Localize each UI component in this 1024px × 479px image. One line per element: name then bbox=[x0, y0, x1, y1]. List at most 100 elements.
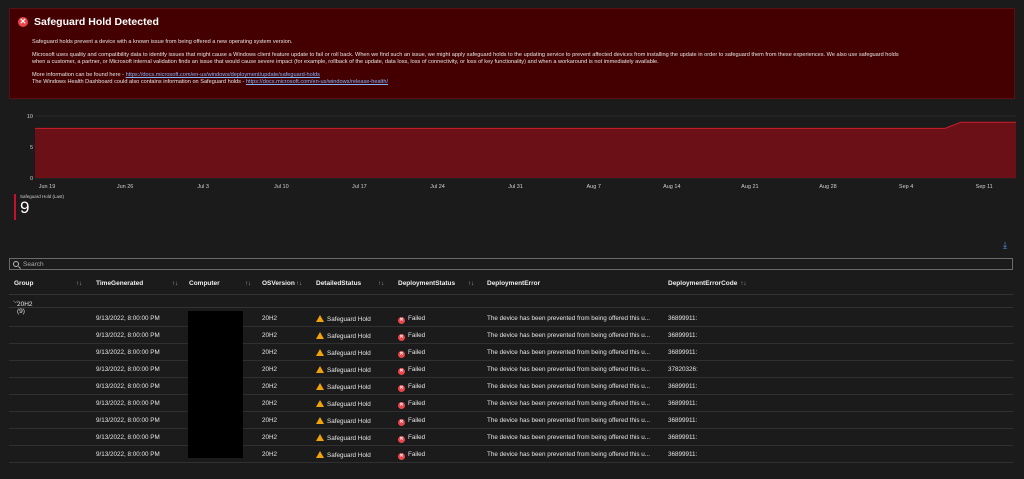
banner-title-text: Safeguard Hold Detected bbox=[34, 16, 159, 28]
failed-icon: ✕ bbox=[398, 368, 405, 375]
search-icon bbox=[13, 261, 19, 267]
cell-osversion: 20H2 bbox=[262, 332, 278, 339]
group-row-20h2[interactable]: ⌵ 20H2 (9) bbox=[9, 294, 1013, 315]
column-header-osversion[interactable]: OSVersion bbox=[262, 280, 295, 287]
banner-paragraph-2b: when a customer, a partner, or Microsoft… bbox=[32, 59, 659, 65]
sort-computer-icon[interactable]: ↑↓ bbox=[242, 280, 251, 287]
x-tick-label: Jul 24 bbox=[430, 184, 445, 190]
cell-deployment-error: The device has been prevented from being… bbox=[487, 417, 651, 424]
cell-deployment-error: The device has been prevented from being… bbox=[487, 349, 651, 356]
search-input[interactable] bbox=[23, 260, 923, 268]
detailed-status-text: Safeguard Hold bbox=[327, 452, 371, 459]
column-header-label: Group bbox=[14, 280, 34, 287]
banner-dashboard-info: The Windows Health Dashboard could also … bbox=[32, 79, 1007, 86]
table-row[interactable]: 9/13/2022, 8:00:00 PM 20H2 Safeguard Hold ✕… bbox=[9, 412, 1013, 429]
deployment-status-text: Failed bbox=[408, 366, 426, 373]
x-tick-label: Sep 4 bbox=[899, 184, 913, 190]
banner-title: ✕ Safeguard Hold Detected bbox=[18, 16, 159, 28]
banner-paragraph-2: Microsoft uses quality and compatibility… bbox=[32, 52, 1007, 66]
column-header-detailedstatus[interactable]: DetailedStatus bbox=[316, 280, 361, 287]
failed-icon: ✕ bbox=[398, 317, 405, 324]
safeguard-hold-chart: 10 5 0 Jun 19 Jun 26 Jul 3 Jul 10 Jul 17 Jul 24 J… bbox=[0, 108, 1024, 194]
failed-icon: ✕ bbox=[398, 351, 405, 358]
failed-icon: ✕ bbox=[398, 453, 405, 460]
sort-group-icon[interactable]: ↑↓ bbox=[73, 280, 82, 287]
cell-osversion: 20H2 bbox=[262, 417, 278, 424]
table-row[interactable]: 9/13/2022, 8:00:00 PM 20H2 Safeguard Hold ✕… bbox=[9, 395, 1013, 412]
x-tick-label: Aug 14 bbox=[663, 184, 680, 190]
column-header-label: DeploymentErrorCode bbox=[668, 280, 738, 287]
column-header-deploymentstatus[interactable]: DeploymentStatus bbox=[398, 280, 455, 287]
cell-time: 9/13/2022, 8:00:00 PM bbox=[96, 417, 160, 424]
deployment-status-text: Failed bbox=[408, 434, 426, 441]
warning-icon bbox=[316, 417, 324, 424]
download-icon[interactable]: ⤓ bbox=[1003, 240, 1007, 251]
table-row[interactable]: 9/13/2022, 8:00:00 PM 20H2 Safeguard Hold ✕… bbox=[9, 344, 1013, 361]
sort-arrows-icon: ↑↓ bbox=[740, 281, 747, 287]
cell-deployment-status: ✕ Failed bbox=[398, 383, 425, 392]
cell-detailed-status: Safeguard Hold bbox=[316, 332, 371, 340]
column-header-deploymenterrorcode[interactable]: DeploymentErrorCode ↑↓ bbox=[668, 280, 746, 287]
cell-error-code: 36899911: bbox=[668, 434, 698, 441]
sort-timegenerated-icon[interactable]: ↑↓ bbox=[169, 280, 178, 287]
sort-deploymentstatus-icon[interactable]: ↑↓ bbox=[465, 280, 474, 287]
column-header-deploymenterror[interactable]: DeploymentError bbox=[487, 280, 540, 287]
table-row[interactable]: 9/13/2022, 8:00:00 PM 20H2 Safeguard Hold ✕… bbox=[9, 429, 1013, 446]
cell-time: 9/13/2022, 8:00:00 PM bbox=[96, 383, 160, 390]
detailed-status-text: Safeguard Hold bbox=[327, 316, 371, 323]
column-header-label: Computer bbox=[189, 280, 220, 287]
sort-arrows-icon: ↑↓ bbox=[172, 281, 178, 287]
column-header-label: DeploymentStatus bbox=[398, 280, 456, 287]
x-tick-label: Aug 21 bbox=[741, 184, 758, 190]
x-tick-label: Jun 26 bbox=[117, 184, 134, 190]
summary-value: 9 bbox=[20, 198, 30, 217]
cell-time: 9/13/2022, 8:00:00 PM bbox=[96, 349, 160, 356]
cell-time: 9/13/2022, 8:00:00 PM bbox=[96, 400, 160, 407]
table-row[interactable]: 9/13/2022, 8:00:00 PM 20H2 Safeguard Hold ✕… bbox=[9, 327, 1013, 344]
detailed-status-text: Safeguard Hold bbox=[327, 367, 371, 374]
cell-detailed-status: Safeguard Hold bbox=[316, 400, 371, 408]
detailed-status-text: Safeguard Hold bbox=[327, 350, 371, 357]
cell-deployment-error: The device has been prevented from being… bbox=[487, 315, 651, 322]
sort-osversion-icon[interactable]: ↑↓ bbox=[293, 280, 302, 287]
cell-deployment-error: The device has been prevented from being… bbox=[487, 366, 651, 373]
cell-deployment-status: ✕ Failed bbox=[398, 315, 425, 324]
cell-error-code: 36899911: bbox=[668, 332, 698, 339]
table-row[interactable]: 9/13/2022, 8:00:00 PM 20H2 Safeguard Hold ✕… bbox=[9, 361, 1013, 378]
table-row[interactable]: 9/13/2022, 8:00:00 PM 20H2 Safeguard Hold ✕… bbox=[9, 310, 1013, 327]
failed-icon: ✕ bbox=[398, 385, 405, 392]
safeguard-holds-link[interactable]: https://docs.microsoft.com/en-us/windows… bbox=[126, 72, 320, 78]
failed-icon: ✕ bbox=[398, 419, 405, 426]
cell-deployment-error: The device has been prevented from being… bbox=[487, 434, 651, 441]
x-tick-label: Aug 28 bbox=[819, 184, 836, 190]
deployment-status-text: Failed bbox=[408, 451, 426, 458]
warning-icon bbox=[316, 451, 324, 458]
cell-error-code: 36899911: bbox=[668, 349, 698, 356]
sort-detailedstatus-icon[interactable]: ↑↓ bbox=[375, 280, 384, 287]
column-header-computer[interactable]: Computer bbox=[189, 280, 220, 287]
table-row[interactable]: 9/13/2022, 8:00:00 PM 20H2 Safeguard Hold ✕… bbox=[9, 446, 1013, 463]
cell-time: 9/13/2022, 8:00:00 PM bbox=[96, 451, 160, 458]
more-info-prefix: More information can be found here - bbox=[32, 72, 126, 78]
cell-osversion: 20H2 bbox=[262, 383, 278, 390]
search-box bbox=[9, 258, 1013, 270]
cell-deployment-error: The device has been prevented from being… bbox=[487, 451, 651, 458]
cell-osversion: 20H2 bbox=[262, 366, 278, 373]
release-health-link[interactable]: https://docs.microsoft.com/en-us/windows… bbox=[246, 79, 388, 85]
cell-deployment-status: ✕ Failed bbox=[398, 349, 425, 358]
cell-time: 9/13/2022, 8:00:00 PM bbox=[96, 366, 160, 373]
table-row[interactable]: 9/13/2022, 8:00:00 PM 20H2 Safeguard Hold ✕… bbox=[9, 378, 1013, 395]
x-tick-label: Jun 19 bbox=[39, 184, 56, 190]
column-header-group[interactable]: Group bbox=[14, 280, 34, 287]
deployment-status-text: Failed bbox=[408, 315, 426, 322]
y-tick-label: 5 bbox=[30, 145, 33, 151]
banner-paragraph-1: Safeguard holds prevent a device with a … bbox=[32, 39, 293, 45]
column-header-label: TimeGenerated bbox=[96, 280, 144, 287]
column-header-timegenerated[interactable]: TimeGenerated bbox=[96, 280, 143, 287]
sort-arrows-icon: ↑↓ bbox=[76, 281, 82, 287]
deployment-status-text: Failed bbox=[408, 332, 426, 339]
group-toggle[interactable]: ⌵ 20H2 (9) bbox=[13, 298, 33, 315]
column-header-label: DetailedStatus bbox=[316, 280, 362, 287]
cell-detailed-status: Safeguard Hold bbox=[316, 434, 371, 442]
x-tick-label: Jul 3 bbox=[197, 184, 209, 190]
